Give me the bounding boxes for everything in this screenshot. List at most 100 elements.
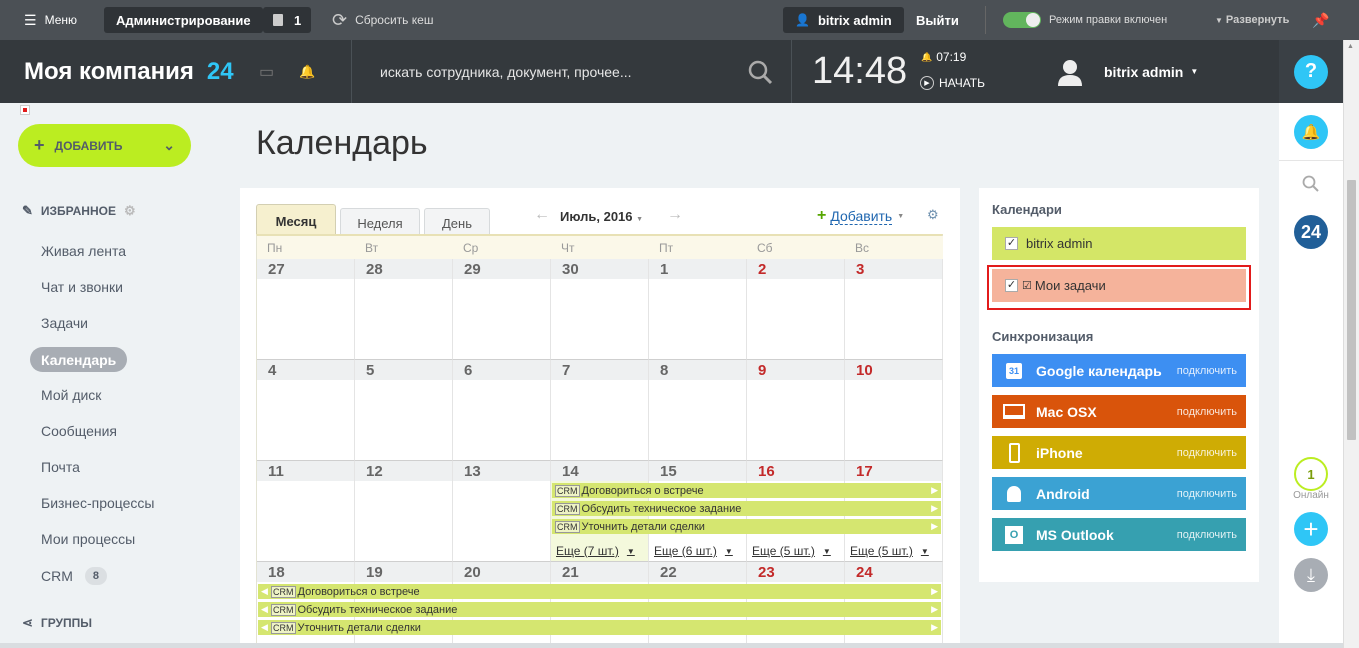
event-bar[interactable]: ◀ CRM Обсудить техническое задание ▶ <box>258 602 941 617</box>
chat-icon[interactable]: ▭ <box>259 40 274 103</box>
menu-item-disk[interactable]: Мой диск <box>41 385 101 405</box>
event-bar[interactable]: CRM Договориться о встрече ▶ <box>552 483 941 498</box>
day-number[interactable]: 3 <box>845 259 942 279</box>
notifications-button[interactable]: 1 <box>263 7 312 33</box>
clock[interactable]: 14:48 <box>812 40 907 103</box>
day-number[interactable]: 2 <box>747 259 844 279</box>
menu-item-messages[interactable]: Сообщения <box>41 421 117 441</box>
add-event-button[interactable]: + Добавить ▼ <box>817 207 904 225</box>
event-bar[interactable]: ◀ CRM Уточнить детали сделки ▶ <box>258 620 941 635</box>
event-bar[interactable]: CRM Обсудить техническое задание ▶ <box>552 501 941 516</box>
next-arrow-icon[interactable]: → <box>667 206 683 224</box>
sync-iphone[interactable]: iPhone подключить <box>992 436 1246 469</box>
add-button[interactable]: + ДОБАВИТЬ ⌄ <box>18 124 191 167</box>
notifications-bell-icon[interactable]: 🔔 <box>1294 115 1328 149</box>
day-cell[interactable]: 12 <box>355 461 453 562</box>
day-cell[interactable]: 27 <box>257 259 355 360</box>
day-number[interactable]: 16 <box>747 461 844 481</box>
sync-macosx[interactable]: Mac OSX подключить <box>992 395 1246 428</box>
day-number[interactable]: 1 <box>649 259 746 279</box>
day-cell[interactable]: 5 <box>355 360 453 461</box>
download-icon[interactable]: ⤓ <box>1294 558 1328 592</box>
connect-link[interactable]: подключить <box>1177 365 1237 377</box>
more-events-link[interactable]: Еще (5 шт.) ▼ <box>850 544 929 558</box>
groups-section[interactable]: ⋖ ГРУППЫ <box>22 615 92 631</box>
day-cell[interactable]: 7 <box>551 360 649 461</box>
day-number[interactable]: 5 <box>355 360 452 380</box>
user-menu[interactable]: bitrix admin ▼ <box>1104 40 1198 103</box>
day-cell[interactable]: 6 <box>453 360 551 461</box>
help-icon[interactable]: ? <box>1294 54 1328 89</box>
admin-user-button[interactable]: 👤 bitrix admin <box>783 7 904 33</box>
day-number[interactable]: 12 <box>355 461 452 481</box>
menu-item-crm[interactable]: CRM 8 <box>41 566 108 586</box>
sync-outlook[interactable]: O MS Outlook подключить <box>992 518 1246 551</box>
day-number[interactable]: 11 <box>257 461 354 481</box>
day-cell[interactable]: 4 <box>257 360 355 461</box>
day-number[interactable]: 8 <box>649 360 746 380</box>
connect-link[interactable]: подключить <box>1177 529 1237 541</box>
sync-google[interactable]: 31 Google календарь подключить <box>992 354 1246 387</box>
day-number[interactable]: 10 <box>845 360 942 380</box>
day-cell[interactable]: 1 <box>649 259 747 360</box>
search-icon[interactable] <box>747 40 773 103</box>
user-avatar-icon[interactable] <box>1057 40 1083 103</box>
calendar-item-bitrix-admin[interactable]: ✓ bitrix admin <box>992 227 1246 260</box>
day-number[interactable]: 29 <box>453 259 550 279</box>
menu-item-chat[interactable]: Чат и звонки <box>41 277 123 297</box>
bell-icon[interactable]: 🔔 <box>299 40 315 103</box>
day-number[interactable]: 17 <box>845 461 942 481</box>
event-bar[interactable]: CRM Уточнить детали сделки ▶ <box>552 519 941 534</box>
day-number[interactable]: 13 <box>453 461 550 481</box>
start-workday-button[interactable]: ▶ НАЧАТЬ <box>920 74 985 92</box>
day-cell[interactable]: 3 <box>845 259 943 360</box>
day-number[interactable]: 14 <box>551 461 648 481</box>
day-number[interactable]: 15 <box>649 461 746 481</box>
tab-week[interactable]: Неделя <box>340 208 420 237</box>
day-number[interactable]: 19 <box>355 562 452 582</box>
day-cell[interactable]: 28 <box>355 259 453 360</box>
day-number[interactable]: 7 <box>551 360 648 380</box>
checkbox[interactable]: ✓ <box>1005 279 1018 292</box>
period-selector[interactable]: Июль, 2016 ▼ <box>560 209 643 224</box>
online-counter[interactable]: 1 <box>1294 457 1328 491</box>
tab-month[interactable]: Месяц <box>256 204 336 237</box>
day-cell[interactable]: 10 <box>845 360 943 461</box>
menu-item-mail[interactable]: Почта <box>41 457 80 477</box>
day-number[interactable]: 4 <box>257 360 354 380</box>
day-number[interactable]: 20 <box>453 562 550 582</box>
settings-gear-icon[interactable]: ⚙ <box>927 207 939 223</box>
administration-button[interactable]: Администрирование <box>104 7 263 33</box>
day-cell[interactable]: 30 <box>551 259 649 360</box>
menu-item-my-processes[interactable]: Мои процессы <box>41 529 135 549</box>
day-number[interactable]: 24 <box>845 562 942 582</box>
search-icon[interactable] <box>1294 172 1328 196</box>
day-number[interactable]: 9 <box>747 360 844 380</box>
day-cell[interactable]: 29 <box>453 259 551 360</box>
expand-button[interactable]: ▼ Развернуть <box>1215 0 1289 40</box>
company-logo[interactable]: Моя компания 24 <box>24 40 234 103</box>
day-number[interactable]: 27 <box>257 259 354 279</box>
favorites-section[interactable]: ✎ ИЗБРАННОЕ ⚙ <box>22 203 136 219</box>
menu-item-live-feed[interactable]: Живая лента <box>41 241 126 261</box>
event-bar[interactable]: ◀ CRM Договориться о встрече ▶ <box>258 584 941 599</box>
day-cell[interactable]: 9 <box>747 360 845 461</box>
prev-arrow-icon[interactable]: ← <box>534 206 550 224</box>
calendar-item-my-tasks[interactable]: ✓ ☑ Мои задачи <box>992 269 1246 302</box>
add-icon[interactable]: + <box>1294 512 1328 546</box>
tab-day[interactable]: День <box>424 208 490 237</box>
bitrix24-icon[interactable]: 24 <box>1294 215 1328 249</box>
more-events-link[interactable]: Еще (6 шт.) ▼ <box>654 544 733 558</box>
day-cell[interactable]: 8 <box>649 360 747 461</box>
scroll-up-icon[interactable]: ▲ <box>1347 43 1354 50</box>
toggle-switch[interactable] <box>1003 12 1041 28</box>
day-number[interactable]: 23 <box>747 562 844 582</box>
logout-link[interactable]: Выйти <box>916 0 959 40</box>
day-number[interactable]: 6 <box>453 360 550 380</box>
day-cell[interactable]: 2 <box>747 259 845 360</box>
more-events-link[interactable]: Еще (7 шт.) ▼ <box>556 544 635 558</box>
sync-android[interactable]: Android подключить <box>992 477 1246 510</box>
edit-mode-toggle[interactable]: Режим правки включен <box>1003 0 1167 40</box>
clear-cache-button[interactable]: ⟳ Сбросить кеш <box>332 0 433 40</box>
checkbox[interactable]: ✓ <box>1005 237 1018 250</box>
